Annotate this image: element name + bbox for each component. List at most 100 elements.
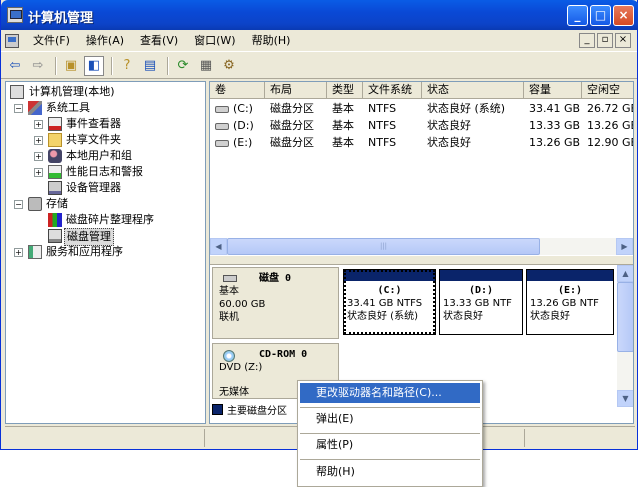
device-manager-icon (48, 181, 62, 195)
horizontal-scrollbar[interactable]: ◀ ||| ▶ (210, 238, 633, 255)
column-header-volume[interactable]: 卷 (210, 82, 265, 99)
column-header-capacity[interactable]: 容量 (524, 82, 582, 99)
menu-item-eject[interactable]: 弹出(E) (300, 409, 480, 429)
cell-status: 状态良好 (427, 136, 471, 149)
partition-c[interactable]: (C:) 33.41 GB NTFS 状态良好 (系统) (343, 269, 436, 335)
mdi-restore-button[interactable]: ▫ (597, 33, 613, 48)
toolbar-separator (167, 56, 169, 75)
disk-name: 磁盘 0 (259, 273, 292, 284)
maximize-button[interactable]: □ (590, 5, 611, 26)
cell-volume: (C:) (233, 102, 253, 115)
menu-item-properties[interactable]: 属性(P) (300, 435, 480, 455)
up-folder-icon[interactable]: ▣ (61, 56, 81, 76)
tree-item-device-manager[interactable]: 设备管理器 (6, 180, 205, 196)
expand-icon[interactable]: + (34, 120, 43, 129)
collapse-icon[interactable]: − (14, 200, 23, 209)
table-row[interactable]: (E:) 磁盘分区 基本 NTFS 状态良好 13.26 GB 12.90 GB (210, 134, 633, 151)
vertical-scrollbar[interactable]: ▲ ▼ (617, 265, 633, 407)
partition-detail: 33.41 GB NTFS (347, 298, 423, 309)
partition-detail: 13.26 GB NTF (530, 298, 599, 309)
tree-item-computer-management[interactable]: 计算机管理(本地) (6, 84, 205, 100)
close-button[interactable]: × (613, 5, 634, 26)
properties-icon[interactable]: ▤ (140, 56, 160, 76)
column-header-type[interactable]: 类型 (327, 82, 363, 99)
computer-icon (10, 85, 24, 99)
help-icon[interactable]: ? (117, 56, 137, 76)
menu-file[interactable]: 文件(F) (25, 31, 78, 51)
console-tree: 计算机管理(本地) − 系统工具 + 事件查看器 + 共享文件夹 + 本地用户和… (5, 81, 206, 424)
expand-icon[interactable]: + (34, 152, 43, 161)
partition-d[interactable]: (D:) 13.33 GB NTF 状态良好 (439, 269, 523, 335)
scroll-left-icon[interactable]: ◀ (210, 238, 227, 255)
partition-e[interactable]: (E:) 13.26 GB NTF 状态良好 (526, 269, 614, 335)
scroll-down-icon[interactable]: ▼ (617, 390, 633, 407)
folder-icon (48, 133, 62, 147)
tree-item-disk-defragmenter[interactable]: 磁盘碎片整理程序 (6, 212, 205, 228)
title-bar[interactable]: 计算机管理 _ □ × (1, 0, 638, 30)
column-header-filesystem[interactable]: 文件系统 (363, 82, 422, 99)
show-tree-icon[interactable]: ◧ (84, 55, 104, 76)
cell-layout: 磁盘分区 (270, 136, 314, 149)
mdi-close-button[interactable]: × (615, 33, 631, 48)
scroll-right-icon[interactable]: ▶ (616, 238, 633, 255)
cell-type: 基本 (332, 119, 354, 132)
disk-management-icon (48, 229, 62, 243)
tree-label: 共享文件夹 (66, 133, 121, 146)
menu-view[interactable]: 查看(V) (132, 31, 186, 51)
column-header-status[interactable]: 状态 (422, 82, 524, 99)
tree-item-storage[interactable]: − 存储 (6, 196, 205, 212)
volume-list: 卷 布局 类型 文件系统 状态 容量 空闲空 (C:) 磁盘分区 基本 NTFS… (210, 82, 633, 265)
table-row[interactable]: (C:) 磁盘分区 基本 NTFS 状态良好 (系统) 33.41 GB 26.… (210, 100, 633, 117)
expand-icon[interactable]: + (34, 168, 43, 177)
menu-item-help[interactable]: 帮助(H) (300, 462, 480, 482)
mdi-minimize-button[interactable]: _ (579, 33, 595, 48)
column-header-free-space[interactable]: 空闲空 (582, 82, 633, 99)
disk-0-info[interactable]: 磁盘 0 基本 60.00 GB 联机 (212, 267, 339, 339)
cell-filesystem: NTFS (368, 102, 397, 115)
menu-window[interactable]: 窗口(W) (186, 31, 243, 51)
window-title: 计算机管理 (28, 11, 94, 26)
pane-splitter[interactable] (210, 255, 633, 265)
forward-arrow-icon[interactable]: ⇨ (28, 56, 48, 76)
expand-icon[interactable]: + (34, 136, 43, 145)
tree-item-system-tools[interactable]: − 系统工具 (6, 100, 205, 116)
partition-status: 状态良好 (530, 311, 570, 322)
partition-name: (C:) (377, 285, 402, 296)
legend-swatch (212, 403, 223, 415)
export-icon[interactable]: ▦ (196, 56, 216, 76)
back-arrow-icon[interactable]: ⇦ (5, 56, 25, 76)
menu-action[interactable]: 操作(A) (78, 31, 132, 51)
storage-icon (28, 197, 42, 211)
menu-help[interactable]: 帮助(H) (244, 31, 299, 51)
tree-item-local-users[interactable]: + 本地用户和组 (6, 148, 205, 164)
cell-layout: 磁盘分区 (270, 102, 314, 115)
legend: 主要磁盘分区 (212, 402, 287, 417)
cell-capacity: 13.26 GB (529, 136, 581, 149)
volume-icon (215, 122, 229, 130)
tree-item-performance-logs[interactable]: + 性能日志和警报 (6, 164, 205, 180)
tree-item-disk-management[interactable]: 磁盘管理 (6, 228, 205, 246)
collapse-icon[interactable]: − (14, 104, 23, 113)
tree-item-shared-folders[interactable]: + 共享文件夹 (6, 132, 205, 148)
disk-0-row[interactable]: 磁盘 0 基本 60.00 GB 联机 (C:) 33.41 GB NTFS 状… (212, 267, 617, 339)
scroll-thumb[interactable]: ||| (227, 238, 540, 255)
tools-icon (28, 101, 42, 115)
disk-type: DVD (Z:) (219, 362, 263, 373)
scroll-thumb[interactable] (617, 282, 633, 352)
refresh-icon[interactable]: ⟳ (173, 56, 193, 76)
computer-management-icon (7, 7, 23, 23)
tree-item-services-applications[interactable]: + 服务和应用程序 (6, 244, 205, 260)
expand-icon[interactable]: + (14, 248, 23, 257)
settings-icon[interactable]: ⚙ (219, 56, 239, 76)
menu-item-change-drive-letter[interactable]: 更改驱动器名和路径(C)... (300, 383, 480, 403)
tree-item-event-viewer[interactable]: + 事件查看器 (6, 116, 205, 132)
scroll-up-icon[interactable]: ▲ (617, 265, 633, 282)
event-viewer-icon (48, 117, 62, 131)
minimize-button[interactable]: _ (567, 5, 588, 26)
cell-filesystem: NTFS (368, 119, 397, 132)
table-row[interactable]: (D:) 磁盘分区 基本 NTFS 状态良好 13.33 GB 13.26 GB (210, 117, 633, 134)
column-header-layout[interactable]: 布局 (265, 82, 327, 99)
mmc-document-icon[interactable] (5, 33, 19, 48)
disk-status: 联机 (219, 312, 239, 323)
disk-name: CD-ROM 0 (259, 349, 308, 360)
